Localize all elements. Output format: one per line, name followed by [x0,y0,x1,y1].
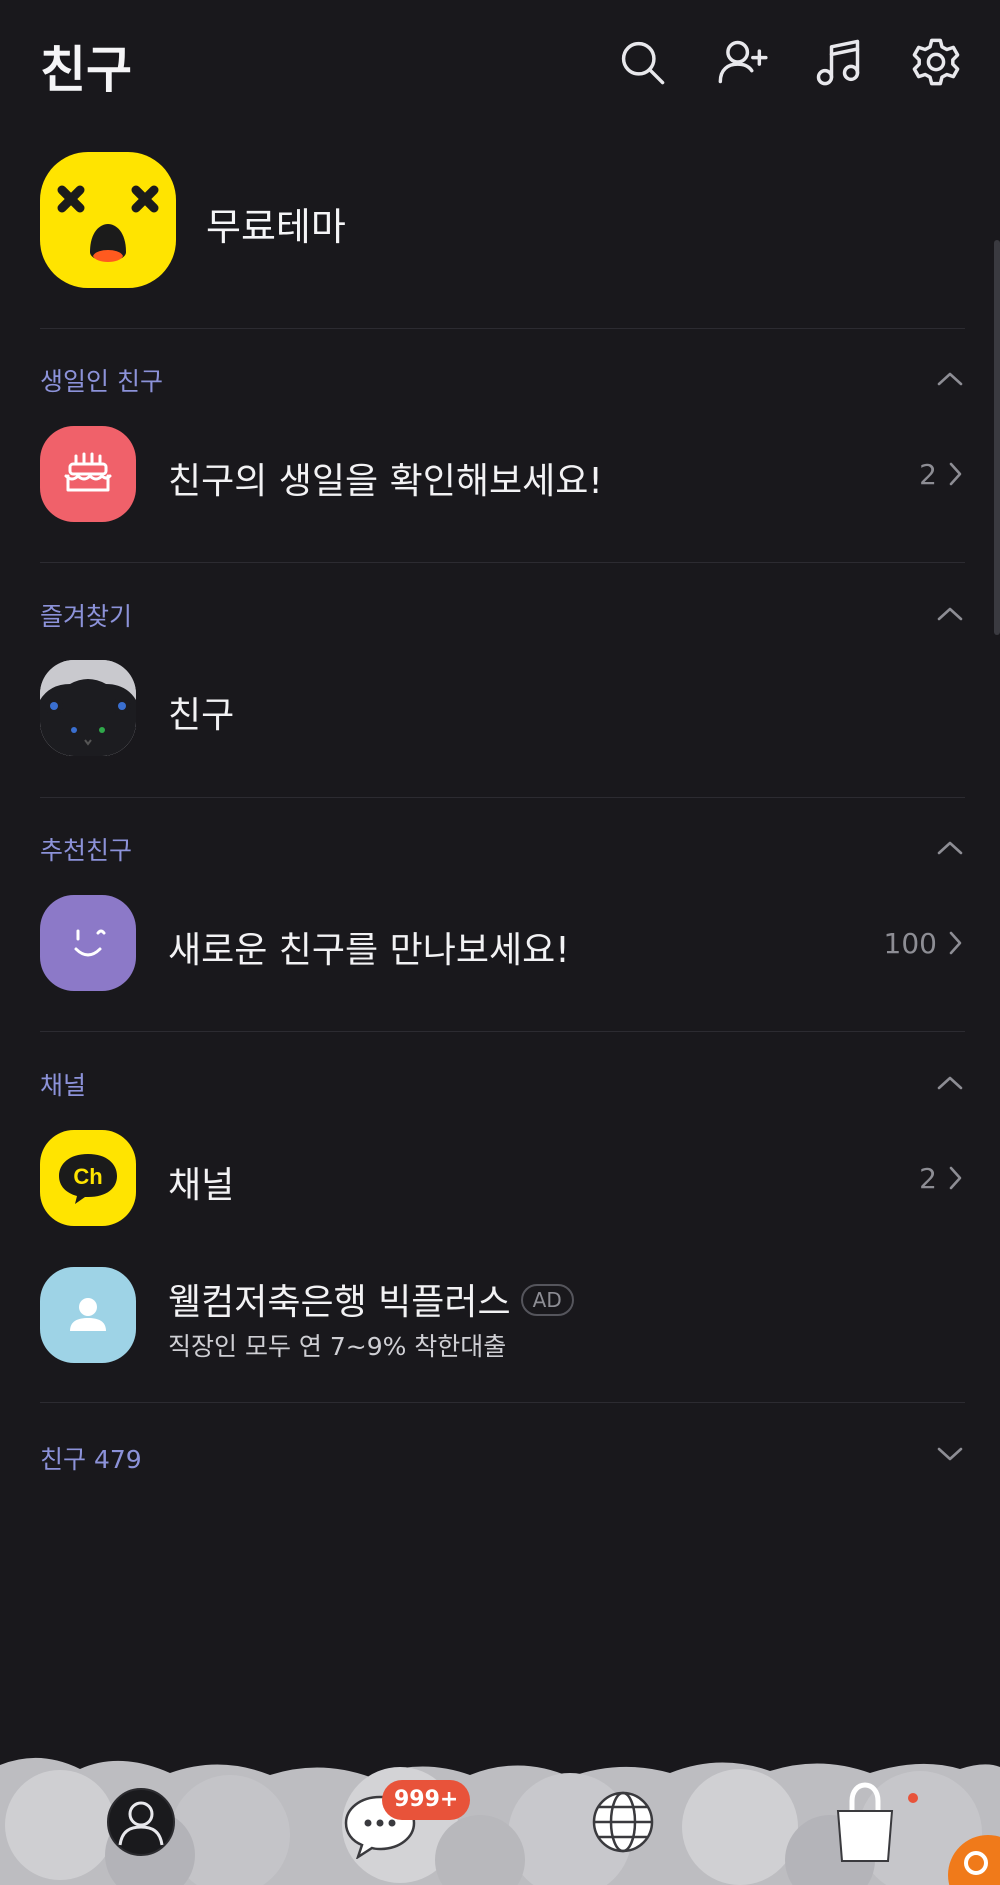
section-label-recommended: 추천친구 [40,836,133,865]
favorite-friend-name: 친구 [168,695,235,736]
section-label-favorites: 즐겨찾기 [40,602,133,631]
favorite-friend-row[interactable]: 친구 [40,660,965,760]
floating-action-icon[interactable] [948,1835,1000,1885]
settings-icon[interactable] [908,34,964,90]
ad-subtitle: 직장인 모두 연 7~9% 착한대출 [168,1332,507,1361]
chevron-right-icon [945,1164,965,1192]
ad-title: 웰컴저축은행 빅플러스 [168,1282,511,1323]
chevron-right-icon [945,929,965,957]
recommended-friends-row[interactable]: 새로운 친구를 만나보세요! 100 [40,895,965,995]
profile-name: 무료테마 [206,205,346,249]
divider [40,1402,965,1403]
chevron-right-icon [945,460,965,488]
app-header: 친구 [0,0,1000,130]
recommended-count: 100 [883,927,937,960]
birthday-count: 2 [919,458,937,491]
divider [40,1031,965,1032]
ad-channel-row[interactable]: 웰컴저축은행 빅플러스 AD 직장인 모두 연 7~9% 착한대출 [40,1267,965,1367]
chat-unread-badge: 999+ [382,1780,471,1820]
smile-face-icon [40,895,136,991]
birthday-row[interactable]: 친구의 생일을 확인해보세요! 2 [40,426,965,526]
chevron-up-icon[interactable] [935,833,965,863]
shopping-new-dot [908,1793,918,1803]
channel-count: 2 [919,1162,937,1195]
add-friend-icon[interactable] [714,34,770,90]
section-label-channel: 채널 [40,1071,87,1100]
chevron-up-icon[interactable] [935,1068,965,1098]
section-label-birthday: 생일인 친구 [40,367,163,396]
profile-avatar[interactable] [40,152,176,288]
friends-tab-icon[interactable] [106,1787,176,1857]
channel-row-label: 채널 [168,1165,235,1206]
divider [40,797,965,798]
friends-count-label: 친구 479 [40,1445,142,1474]
scrollbar-handle[interactable] [994,240,1000,635]
page-title: 친구 [40,41,132,99]
birthday-cake-icon [40,426,136,522]
divider [40,562,965,563]
ad-badge: AD [520,1284,574,1316]
chevron-up-icon[interactable] [935,599,965,629]
shopping-tab-icon[interactable] [830,1781,900,1865]
channel-ch-icon: Ch [40,1130,136,1226]
ad-title-line: 웰컴저축은행 빅플러스 AD [168,1273,574,1325]
chevron-down-icon[interactable] [935,1439,965,1469]
recommended-row-label: 새로운 친구를 만나보세요! [168,930,570,971]
my-profile-row[interactable]: 무료테마 [40,152,960,288]
channel-row[interactable]: Ch 채널 2 [40,1130,965,1230]
svg-text:Ch: Ch [73,1164,102,1189]
friend-avatar [40,660,136,756]
bottom-tab-bar: 999+ [0,1755,1000,1885]
openchat-tab-icon[interactable] [590,1789,656,1855]
chevron-up-icon[interactable] [935,364,965,394]
music-icon[interactable] [810,34,866,90]
divider [40,328,965,329]
default-profile-icon [40,1267,136,1363]
birthday-row-label: 친구의 생일을 확인해보세요! [168,461,603,502]
search-icon[interactable] [614,34,670,90]
